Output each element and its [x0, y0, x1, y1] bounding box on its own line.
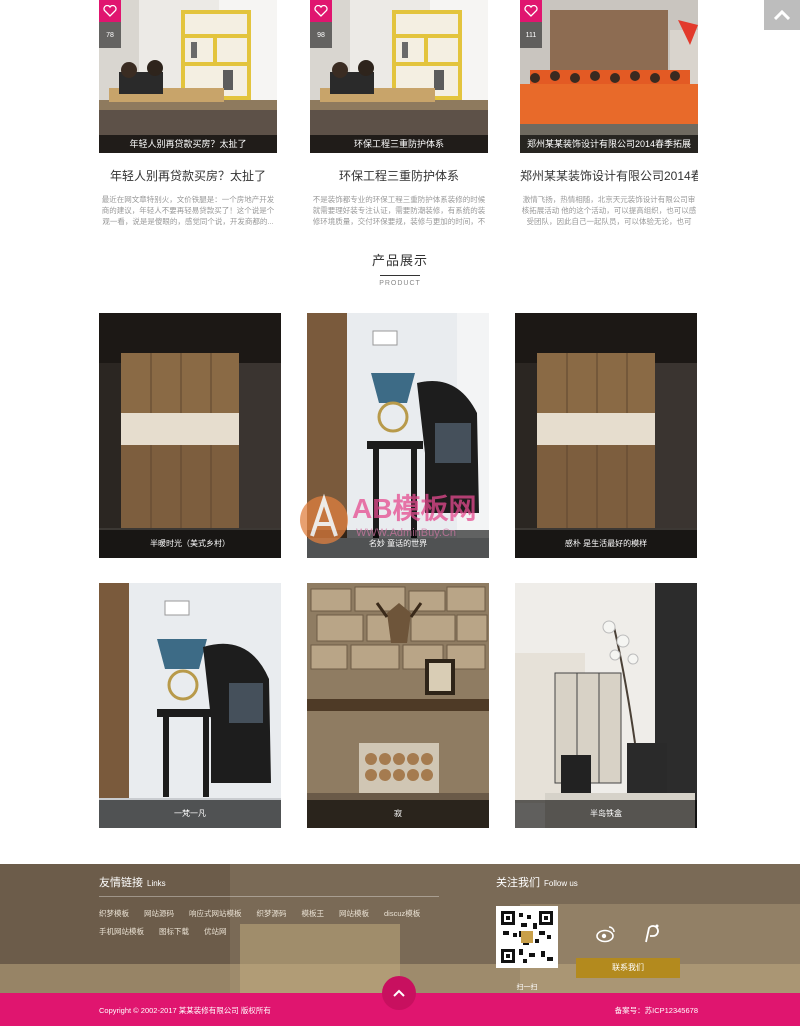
product-caption: 一梵一凡	[99, 800, 281, 828]
product-section-header: 产品展示 PRODUCT	[0, 250, 800, 287]
heart-icon	[524, 5, 538, 17]
like-button[interactable]	[520, 0, 542, 22]
friend-link[interactable]: 模板王	[302, 905, 325, 923]
image-caption: 年轻人别再贷款买房？太扯了	[99, 135, 277, 153]
friend-link[interactable]: 织梦源码	[257, 905, 287, 923]
living-room-photo	[310, 0, 488, 153]
friend-link[interactable]: 手机网站模板	[99, 923, 144, 941]
friend-link[interactable]: 优站网	[204, 923, 227, 941]
like-button[interactable]	[310, 0, 332, 22]
contact-us-button[interactable]: 联系我们	[576, 958, 680, 978]
friend-links-list: 织梦模板 网站源码 响应式网站模板 织梦源码 模板王 网站模板 discuz模板…	[99, 905, 439, 941]
copyright-text: Copyright © 2002-2017 某某装修有限公司 版权所有	[99, 1006, 271, 1015]
product-caption: 半暖时光（美式乡村）	[99, 530, 281, 558]
news-card[interactable]: 78 年轻人别再贷款买房？太扯了 年轻人别再贷款买房？太扯了 最近在网文章特别火…	[99, 0, 277, 227]
product-card[interactable]: 半暖时光（美式乡村）	[99, 313, 281, 558]
news-card[interactable]: 98 环保工程三重防护体系 环保工程三重防护体系 不是装饰都专业的环保工程三重防…	[310, 0, 488, 227]
follow-title-en: Follow us	[544, 879, 578, 888]
friend-links: 友情链接 Links 织梦模板 网站源码 响应式网站模板 织梦源码 模板王 网站模…	[99, 874, 439, 941]
chair-lamp-photo	[99, 583, 281, 828]
like-count: 78	[99, 22, 121, 48]
chevron-up-icon	[393, 989, 405, 997]
chevron-up-icon	[774, 10, 790, 20]
friend-link[interactable]: discuz模板	[384, 905, 420, 923]
svg-text:AB模板网: AB模板网	[352, 493, 476, 524]
weibo-icon[interactable]	[596, 924, 616, 944]
news-title[interactable]: 环保工程三重防护体系	[310, 167, 488, 184]
svg-text:WWW.AdminBuy.Cn: WWW.AdminBuy.Cn	[356, 527, 456, 539]
friend-link[interactable]: 网站模板	[339, 905, 369, 923]
heart-icon	[314, 5, 328, 17]
qr-caption: 扫一扫	[516, 984, 538, 991]
links-title: 友情链接	[99, 877, 143, 889]
image-caption: 环保工程三重防护体系	[310, 135, 488, 153]
news-image[interactable]: 111 郑州某某装饰设计有限公司2014春季拓展	[520, 0, 698, 153]
watermark-logo: AB模板网 WWW.AdminBuy.Cn	[296, 474, 506, 554]
back-to-top-button[interactable]	[382, 976, 416, 1010]
cabinet-photo	[99, 313, 281, 558]
team-photo	[520, 0, 698, 153]
section-subtitle: PRODUCT	[379, 280, 421, 287]
product-caption: 感朴 是生活最好的模样	[515, 530, 697, 558]
dining-photo	[515, 583, 697, 828]
cabinet-photo	[515, 313, 697, 558]
heart-icon	[103, 5, 117, 17]
friend-link[interactable]: 图标下载	[159, 923, 189, 941]
product-card[interactable]: 半岛铁盒	[515, 583, 697, 828]
pinterest-icon[interactable]	[641, 922, 661, 944]
news-image[interactable]: 78 年轻人别再贷款买房？太扯了	[99, 0, 277, 153]
image-caption: 郑州某某装饰设计有限公司2014春季拓展	[520, 135, 698, 153]
footer-divider	[99, 896, 439, 897]
follow-title: 关注我们	[496, 877, 540, 889]
section-title: 产品展示	[371, 253, 428, 268]
icp-record[interactable]: 备案号：苏ICP12345678	[615, 1005, 698, 1016]
living-room-photo	[99, 0, 277, 153]
fireplace-photo	[307, 583, 489, 828]
news-card[interactable]: 111 郑州某某装饰设计有限公司2014春季拓展 郑州某某装饰设计有限公司201…	[520, 0, 698, 227]
follow-us: 关注我们 Follow us 扫一扫 联系我们	[496, 874, 701, 991]
friend-link[interactable]: 网站源码	[144, 905, 174, 923]
friend-links-heading: 友情链接 Links	[99, 874, 439, 890]
news-description: 最近在网文章特别火，文价铁腿是：一个房地产开发商的建议，年轻人不要再轻易贷款买了…	[101, 195, 275, 226]
friend-link[interactable]: 响应式网站模板	[189, 905, 242, 923]
like-count: 111	[520, 22, 542, 48]
like-button[interactable]	[99, 0, 121, 22]
news-description: 不是装饰都专业的环保工程三重防护体系装修的时候就需要理好装专注认证，需要防潮装修…	[312, 195, 486, 226]
qr-code	[496, 906, 558, 968]
news-list: 78 年轻人别再贷款买房？太扯了 年轻人别再贷款买房？太扯了 最近在网文章特别火…	[99, 0, 699, 240]
product-card[interactable]: 寂	[307, 583, 489, 828]
news-image[interactable]: 98 环保工程三重防护体系	[310, 0, 488, 153]
product-card[interactable]: 感朴 是生活最好的模样	[515, 313, 697, 558]
news-title[interactable]: 郑州某某装饰设计有限公司2014春...	[520, 167, 698, 184]
footer: 友情链接 Links 织梦模板 网站源码 响应式网站模板 织梦源码 模板王 网站模…	[0, 864, 800, 994]
section-divider	[380, 275, 420, 276]
product-caption: 半岛铁盒	[515, 800, 697, 828]
scroll-top-corner-button[interactable]	[764, 0, 800, 30]
news-title[interactable]: 年轻人别再贷款买房？太扯了	[99, 167, 277, 184]
product-caption: 寂	[307, 800, 489, 828]
like-count: 98	[310, 22, 332, 48]
links-title-en: Links	[147, 879, 166, 888]
qr-code-icon	[499, 909, 555, 965]
news-description: 激情飞扬，热情相随，北京天元装饰设计有限公司审核拓展活动 他的这个活动，可以提高…	[521, 195, 697, 226]
product-card[interactable]: 一梵一凡	[99, 583, 281, 828]
follow-heading: 关注我们 Follow us	[496, 874, 701, 890]
friend-link[interactable]: 织梦模板	[99, 905, 129, 923]
